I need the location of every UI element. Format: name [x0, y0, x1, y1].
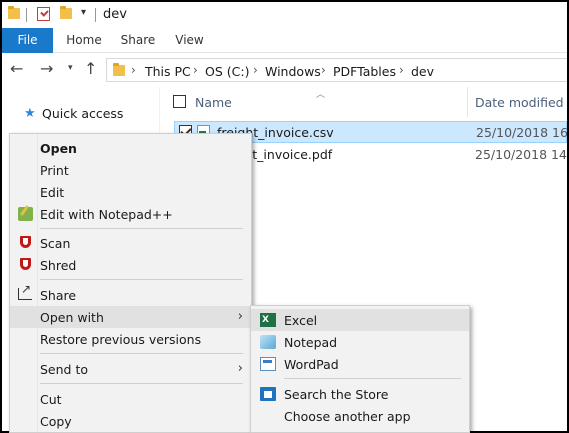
menu-item-label: Shred: [40, 258, 77, 273]
submenu-item-label: Notepad: [284, 335, 338, 350]
breadcrumb-chevron[interactable]: ›: [131, 63, 136, 77]
submenu-item-wordpad[interactable]: WordPad: [251, 353, 469, 375]
recent-locations-icon[interactable]: ▾: [68, 63, 73, 73]
column-divider[interactable]: [467, 87, 468, 117]
mcafee-icon: [20, 236, 31, 248]
menu-item-copy[interactable]: Copy: [10, 410, 251, 432]
share-icon: [18, 282, 32, 300]
excel-icon: X: [260, 313, 276, 327]
menu-item-label: Copy: [40, 414, 72, 429]
menu-item-shred[interactable]: Shred: [10, 254, 251, 276]
forward-arrow-icon[interactable]: →: [40, 61, 53, 77]
breadcrumb-chevron[interactable]: ›: [321, 63, 326, 77]
submenu-item-notepad[interactable]: Notepad: [251, 331, 469, 353]
back-arrow-icon[interactable]: ←: [10, 61, 23, 77]
menu-item-print[interactable]: Print: [10, 159, 251, 181]
up-arrow-icon[interactable]: ↑: [84, 61, 97, 77]
menu-item-label: Print: [40, 163, 69, 178]
context-menu: Open Print Edit Edit with Notepad++ Scan…: [9, 133, 252, 433]
breadcrumb-dev[interactable]: dev: [411, 64, 434, 79]
title-separator: [95, 8, 96, 22]
tab-home[interactable]: Home: [59, 28, 109, 53]
submenu-item-label: Excel: [284, 313, 318, 328]
breadcrumb-os-c[interactable]: OS (C:): [205, 64, 249, 79]
mcafee-icon: [20, 258, 31, 270]
breadcrumb-this-pc[interactable]: This PC: [145, 64, 191, 79]
file-date: 25/10/2018 14:5: [475, 147, 567, 162]
notepad-icon: [260, 335, 276, 349]
menu-item-open[interactable]: Open: [10, 137, 251, 159]
column-name[interactable]: Name: [195, 95, 232, 110]
submenu-item-search-store[interactable]: Search the Store: [251, 383, 469, 405]
submenu-item-choose-another-app[interactable]: Choose another app: [251, 405, 469, 427]
open-with-submenu: X Excel Notepad WordPad Search the Store…: [250, 305, 470, 433]
select-all-checkbox[interactable]: [173, 95, 186, 108]
menu-item-label: Share: [40, 288, 77, 303]
quick-access-item[interactable]: Quick access: [42, 106, 123, 121]
tab-view[interactable]: View: [167, 28, 212, 53]
menu-item-label: Edit: [40, 185, 65, 200]
menu-item-cut[interactable]: Cut: [10, 388, 251, 410]
menu-item-label: Open: [40, 141, 77, 156]
menu-separator: [40, 383, 243, 384]
menu-item-open-with[interactable]: Open with ›: [10, 306, 251, 328]
submenu-item-label: Search the Store: [284, 387, 389, 402]
window-title: dev: [103, 7, 127, 22]
menu-separator: [40, 353, 243, 354]
menu-item-edit[interactable]: Edit: [10, 181, 251, 203]
menu-item-label: Edit with Notepad++: [40, 207, 173, 222]
menu-separator: [40, 228, 243, 229]
chevron-right-icon: ›: [237, 309, 243, 324]
menu-item-label: Restore previous versions: [40, 332, 202, 347]
title-bar: ▾ dev: [2, 2, 567, 28]
breadcrumb-chevron[interactable]: ›: [399, 63, 404, 77]
notepadpp-icon: [18, 207, 33, 221]
breadcrumb-windows[interactable]: Windows: [265, 64, 321, 79]
properties-icon[interactable]: [37, 7, 50, 21]
sort-caret-icon: ︿: [316, 90, 326, 100]
new-folder-icon[interactable]: [60, 6, 72, 19]
menu-separator: [284, 378, 461, 379]
menu-item-label: Send to: [40, 362, 89, 377]
menu-item-scan[interactable]: Scan: [10, 232, 251, 254]
submenu-item-excel[interactable]: X Excel: [251, 309, 469, 331]
star-icon: ★: [24, 106, 36, 121]
file-date: 25/10/2018 16:2: [476, 125, 567, 140]
submenu-item-label: WordPad: [284, 357, 339, 372]
address-bar[interactable]: › This PC › OS (C:) › Windows › PDFTable…: [106, 58, 567, 82]
menu-item-edit-notepadpp[interactable]: Edit with Notepad++: [10, 203, 251, 225]
chevron-right-icon: ›: [237, 361, 243, 376]
menu-item-label: Scan: [40, 236, 71, 251]
folder-icon: [113, 63, 125, 76]
folder-icon: [8, 6, 20, 19]
breadcrumb-pdftables[interactable]: PDFTables: [333, 64, 396, 79]
menu-separator: [40, 279, 243, 280]
navigation-bar: ← → ▾ ↑ › This PC › OS (C:) › Windows › …: [2, 53, 567, 87]
title-separator: [26, 8, 27, 22]
menu-item-share[interactable]: Share: [10, 282, 251, 306]
column-header: ︿ Name Date modified: [160, 87, 567, 117]
menu-item-send-to[interactable]: Send to ›: [10, 358, 251, 380]
menu-item-label: Open with: [40, 310, 104, 325]
tab-file[interactable]: File: [2, 28, 53, 53]
wordpad-icon: [260, 357, 276, 371]
ribbon-tabs: File Home Share View: [2, 28, 567, 53]
submenu-item-label: Choose another app: [284, 409, 411, 424]
menu-item-label: Cut: [40, 392, 62, 407]
breadcrumb-chevron[interactable]: ›: [253, 63, 258, 77]
menu-item-restore-previous-versions[interactable]: Restore previous versions: [10, 328, 251, 350]
breadcrumb-chevron[interactable]: ›: [193, 63, 198, 77]
customize-toolbar-icon[interactable]: ▾: [81, 7, 86, 18]
tab-share[interactable]: Share: [114, 28, 162, 53]
column-date-modified[interactable]: Date modified: [475, 95, 564, 110]
store-icon: [260, 387, 276, 401]
